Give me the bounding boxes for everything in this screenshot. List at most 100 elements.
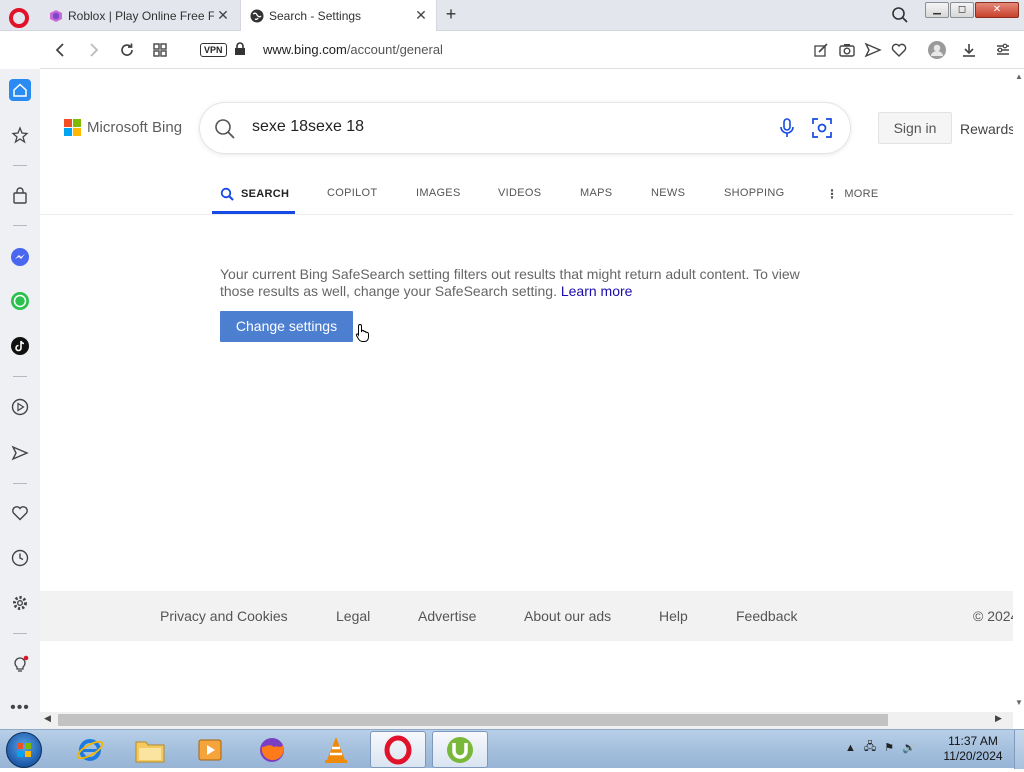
microsoft-logo-icon: [64, 119, 81, 136]
tab-close-icon[interactable]: ✕: [214, 7, 232, 24]
taskbar-firefox[interactable]: [244, 731, 300, 768]
tab-maps[interactable]: MAPS: [580, 187, 612, 199]
page-footer: Privacy and Cookies Legal Advertise Abou…: [40, 591, 1013, 641]
bookmark-heart-icon[interactable]: [890, 41, 908, 59]
scroll-left-icon[interactable]: ◀: [44, 713, 51, 724]
search-box[interactable]: sexe 18sexe 18: [200, 103, 850, 153]
tab-copilot[interactable]: COPILOT: [327, 187, 377, 199]
tab-search-icon[interactable]: [891, 6, 909, 24]
footer-legal-link[interactable]: Legal: [336, 608, 370, 624]
taskbar-utorrent[interactable]: [432, 731, 488, 768]
sidebar-settings-gear-icon[interactable]: [9, 592, 31, 614]
footer-privacy-link[interactable]: Privacy and Cookies: [160, 608, 288, 624]
firefox-icon: [260, 737, 284, 762]
address-bar: VPN www.bing.com/account/general: [40, 31, 1024, 69]
opera-menu-icon[interactable]: [9, 8, 29, 28]
sign-in-button[interactable]: Sign in: [878, 112, 952, 144]
tab-images[interactable]: IMAGES: [416, 187, 461, 199]
tray-expand-icon[interactable]: ▲: [845, 742, 856, 754]
tab-shopping[interactable]: SHOPPING: [724, 187, 784, 199]
bing-logo[interactable]: Microsoft Bing: [64, 119, 182, 136]
change-settings-button[interactable]: Change settings: [220, 311, 353, 342]
tab-news[interactable]: NEWS: [651, 187, 685, 199]
bing-logo-text: Microsoft Bing: [87, 119, 183, 136]
tab-search-settings[interactable]: Search - Settings ✕: [240, 0, 437, 31]
minimize-button[interactable]: ▁: [925, 2, 949, 18]
media-player-icon: [198, 739, 222, 760]
close-window-button[interactable]: ✕: [975, 2, 1019, 18]
lock-icon[interactable]: [234, 42, 246, 56]
tab-close-icon[interactable]: ✕: [412, 7, 430, 24]
bing-settings-page: Microsoft Bing sexe 18sexe 18 Sign in Re…: [40, 70, 1013, 712]
easy-setup-menu-icon[interactable]: [994, 41, 1012, 59]
tab-videos[interactable]: VIDEOS: [498, 187, 541, 199]
maximize-button[interactable]: ◻: [950, 2, 974, 18]
search-input[interactable]: sexe 18sexe 18: [252, 118, 364, 136]
tab-search-label: SEARCH: [241, 188, 290, 200]
footer-help-link[interactable]: Help: [659, 608, 688, 624]
more-dots-icon: ⋮: [826, 187, 839, 201]
profile-avatar-icon[interactable]: [927, 40, 947, 60]
sidebar-more-icon[interactable]: •••: [9, 697, 31, 719]
snapshot-icon[interactable]: [838, 41, 856, 59]
sidebar-aria-icon[interactable]: [9, 124, 31, 146]
scroll-down-icon[interactable]: ▼: [1015, 698, 1023, 707]
footer-advertise-link[interactable]: Advertise: [418, 608, 476, 624]
tab-roblox[interactable]: Roblox | Play Online Free Fu ✕: [40, 0, 238, 31]
taskbar-opera[interactable]: [370, 731, 426, 768]
search-scope-icon: [220, 187, 234, 201]
back-icon[interactable]: [52, 41, 70, 59]
new-tab-icon[interactable]: +: [441, 4, 461, 25]
sidebar-shopping-icon[interactable]: [9, 185, 31, 207]
sidebar-player-icon[interactable]: [9, 396, 31, 418]
reload-icon[interactable]: [118, 41, 136, 59]
tray-flag-icon[interactable]: ⚑: [884, 741, 894, 754]
safesearch-notice: Your current Bing SafeSearch setting fil…: [220, 266, 810, 300]
taskbar-file-explorer[interactable]: [122, 731, 178, 768]
scroll-right-icon[interactable]: ▶: [995, 713, 1002, 724]
forward-icon[interactable]: [84, 41, 102, 59]
taskbar-vlc[interactable]: [308, 731, 364, 768]
sidebar-tiktok-icon[interactable]: [9, 335, 31, 357]
show-desktop-button[interactable]: [1014, 730, 1024, 769]
rewards-link[interactable]: Rewards: [960, 121, 1013, 137]
horizontal-scrollbar[interactable]: ◀ ▶: [40, 712, 1013, 729]
learn-more-link[interactable]: Learn more: [561, 283, 633, 299]
active-tab-indicator: [212, 211, 295, 214]
sidebar-history-icon[interactable]: [9, 547, 31, 569]
send-icon[interactable]: [864, 41, 882, 59]
sidebar-send-icon[interactable]: [9, 442, 31, 464]
taskbar-clock[interactable]: 11:37 AM 11/20/2024: [938, 734, 1008, 764]
scroll-up-icon[interactable]: ▲: [1015, 72, 1023, 81]
taskbar-internet-explorer[interactable]: [62, 731, 118, 768]
footer-copyright: © 2024: [973, 608, 1013, 624]
tray-network-icon[interactable]: 🖧: [864, 738, 876, 757]
microphone-icon[interactable]: [778, 117, 796, 139]
tray-volume-icon[interactable]: 🔊: [902, 741, 916, 754]
visual-search-icon[interactable]: [811, 117, 833, 139]
speed-dial-icon[interactable]: [151, 41, 169, 59]
system-tray: ▲ 🖧 ⚑ 🔊: [845, 738, 916, 757]
vertical-scrollbar[interactable]: ▲ ▼: [1013, 70, 1024, 712]
start-button[interactable]: [6, 732, 42, 768]
vpn-badge[interactable]: VPN: [200, 43, 227, 57]
opera-icon: [384, 735, 412, 764]
url-path: /account/general: [346, 42, 443, 57]
folder-icon: [135, 741, 165, 762]
sidebar-tips-lightbulb-icon[interactable]: [9, 653, 31, 675]
url-field[interactable]: www.bing.com/account/general: [263, 42, 443, 57]
footer-feedback-link[interactable]: Feedback: [736, 608, 797, 624]
tab-more[interactable]: ⋮ MORE: [826, 187, 879, 201]
tab-title: Roblox | Play Online Free Fu: [68, 8, 214, 23]
footer-about-ads-link[interactable]: About our ads: [524, 608, 611, 624]
sidebar-bookmarks-heart-icon[interactable]: [9, 502, 31, 524]
easy-setup-icon[interactable]: [812, 41, 830, 59]
search-icon[interactable]: [214, 118, 236, 140]
sidebar-home-icon[interactable]: [9, 79, 31, 101]
download-icon[interactable]: [960, 41, 978, 59]
sidebar-messenger-icon[interactable]: [9, 246, 31, 268]
sidebar-whatsapp-icon[interactable]: [9, 290, 31, 312]
horizontal-scroll-thumb[interactable]: [58, 714, 888, 726]
tab-search[interactable]: SEARCH: [220, 187, 289, 201]
taskbar-media-player[interactable]: [182, 731, 238, 768]
